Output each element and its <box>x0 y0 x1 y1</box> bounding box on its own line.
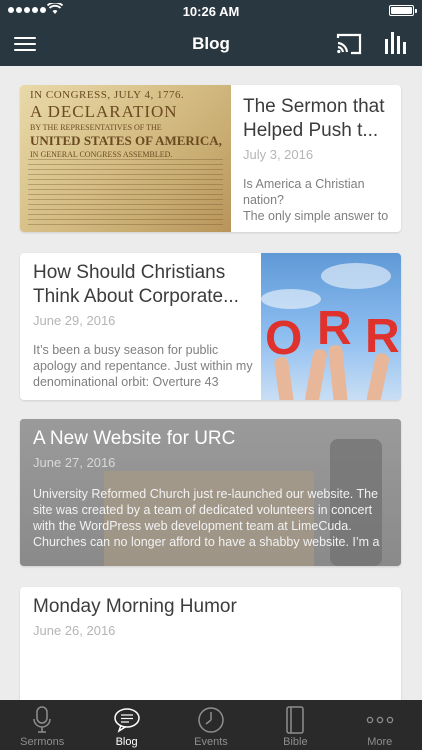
tab-events[interactable]: Events <box>169 700 253 750</box>
post-image-sorry: O R R <box>261 253 401 400</box>
image-caption: IN CONGRESS, JULY 4, 1776. <box>30 89 185 101</box>
more-dots-icon <box>366 716 393 724</box>
post-card[interactable]: Monday Morning Humor June 26, 2016 <box>20 587 401 707</box>
cast-icon <box>336 33 362 55</box>
chat-bubble-icon <box>113 708 140 733</box>
tab-blog[interactable]: Blog <box>84 700 168 750</box>
tab-label: More <box>367 736 393 748</box>
post-title[interactable]: A New Website for URC <box>33 427 393 451</box>
post-date: July 3, 2016 <box>243 147 314 162</box>
status-bar: 10:26 AM <box>0 0 422 22</box>
tab-label: Sermons <box>20 736 65 748</box>
nav-bar: Blog <box>0 22 422 66</box>
image-caption: UNITED STATES OF AMERICA, <box>30 133 222 148</box>
post-date: June 27, 2016 <box>33 455 116 470</box>
battery-icon <box>389 5 417 16</box>
tab-sermons[interactable]: Sermons <box>0 700 84 750</box>
post-excerpt: Is America a Christian nation? The only … <box>243 177 389 223</box>
tab-bar: Sermons Blog Events Bible More <box>0 700 422 750</box>
cast-button[interactable] <box>336 32 362 56</box>
clock-icon <box>198 707 224 733</box>
image-caption: IN GENERAL CONGRESS ASSEMBLED. <box>30 150 173 159</box>
status-time: 10:26 AM <box>182 4 240 19</box>
post-card[interactable]: IN CONGRESS, JULY 4, 1776. A DECLARATION… <box>20 85 401 232</box>
post-title[interactable]: How Should Christians Think About Corpor… <box>33 261 259 309</box>
top-bar: 10:26 AM Blog <box>0 0 422 66</box>
book-icon <box>286 706 305 734</box>
post-card[interactable]: A New Website for URC June 27, 2016 Univ… <box>20 419 401 566</box>
post-title[interactable]: Monday Morning Humor <box>33 595 388 619</box>
tab-label: Blog <box>115 736 138 748</box>
post-date: June 26, 2016 <box>33 623 116 638</box>
post-date: June 29, 2016 <box>33 313 116 328</box>
bar-chart-icon <box>385 32 406 54</box>
post-excerpt: It’s been a busy season for public apolo… <box>33 343 253 389</box>
post-image-declaration: IN CONGRESS, JULY 4, 1776. A DECLARATION… <box>20 85 231 232</box>
tab-more[interactable]: More <box>338 700 422 750</box>
post-excerpt: University Reformed Church just re-launc… <box>33 487 380 549</box>
post-title[interactable]: The Sermon that Helped Push t... <box>243 95 395 143</box>
stats-button[interactable] <box>384 31 408 55</box>
post-card[interactable]: How Should Christians Think About Corpor… <box>20 253 401 400</box>
tab-bible[interactable]: Bible <box>253 700 337 750</box>
image-caption: BY THE REPRESENTATIVES OF THE <box>30 123 162 132</box>
tab-label: Events <box>194 736 228 748</box>
tab-label: Bible <box>283 736 308 748</box>
microphone-icon <box>33 706 51 733</box>
image-caption: A DECLARATION <box>30 102 178 121</box>
